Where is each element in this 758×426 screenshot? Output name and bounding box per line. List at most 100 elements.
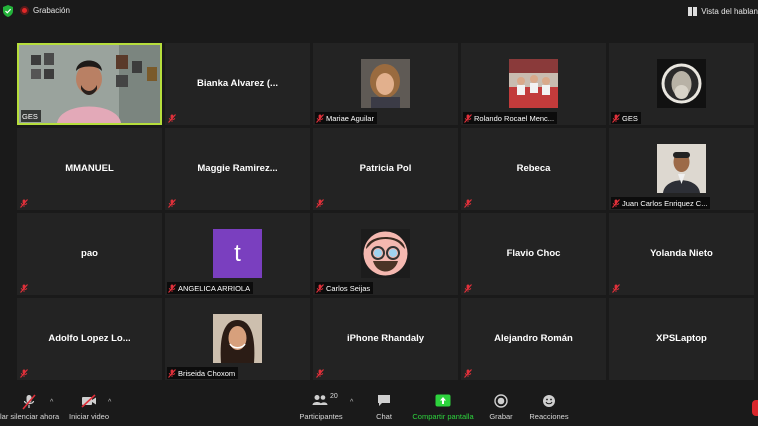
audio-options-chevron-icon[interactable]: ^ xyxy=(50,399,58,406)
microphone-muted-icon xyxy=(168,114,176,123)
participant-tile[interactable]: Mariae Aguilar xyxy=(313,43,458,125)
participant-display-name: Rebeca xyxy=(516,163,551,174)
participant-display-name: Alejandro Román xyxy=(494,333,573,344)
participants-count: 20 xyxy=(330,393,338,400)
participant-name-label: Rolando Rocael Menc... xyxy=(463,112,558,124)
participant-name-label: Juan Carlos Enriquez C... xyxy=(611,197,711,209)
participant-name: GES xyxy=(22,111,38,121)
microphone-muted-icon xyxy=(168,199,176,208)
microphone-muted-icon xyxy=(464,113,472,123)
participant-tile[interactable]: XPSLaptop xyxy=(609,298,754,380)
participant-name-label: Mariae Aguilar xyxy=(315,112,377,124)
participant-display-name: Yolanda Nieto xyxy=(650,248,713,259)
microphone-muted-icon xyxy=(612,198,620,208)
participant-name: Briseida Choxom xyxy=(178,368,236,378)
record-icon xyxy=(494,394,508,408)
participant-photo xyxy=(213,314,262,363)
participants-label: Participantes xyxy=(299,412,343,421)
reactions-label: Reacciones xyxy=(529,412,569,421)
participant-tile[interactable]: Flavio Choc xyxy=(461,213,606,295)
participant-name: Mariae Aguilar xyxy=(326,113,374,123)
share-screen-label: Compartir pantalla xyxy=(412,412,474,421)
participant-tile[interactable]: Rolando Rocael Menc... xyxy=(461,43,606,125)
share-screen-button[interactable]: Compartir pantalla xyxy=(411,384,475,426)
reactions-smiley-icon xyxy=(543,395,555,407)
microphone-muted-icon xyxy=(20,199,28,208)
participant-tile[interactable]: Patricia Pol xyxy=(313,128,458,210)
participant-tile[interactable]: Yolanda Nieto xyxy=(609,213,754,295)
microphone-muted-icon xyxy=(20,369,28,378)
participant-tile[interactable]: Briseida Choxom xyxy=(165,298,310,380)
microphone-muted-icon xyxy=(20,284,28,293)
participant-tile[interactable]: GES xyxy=(609,43,754,125)
participant-tile[interactable]: MMANUEL xyxy=(17,128,162,210)
participant-tile[interactable]: iPhone Rhandaly xyxy=(313,298,458,380)
start-video-label: Iniciar video xyxy=(68,412,110,421)
participant-photo xyxy=(361,229,410,278)
participant-tile[interactable]: t ANGELICA ARRIOLA xyxy=(165,213,310,295)
share-screen-icon xyxy=(435,394,451,407)
video-options-chevron-icon[interactable]: ^ xyxy=(108,399,116,406)
participant-tile[interactable]: GES xyxy=(17,43,162,125)
participant-display-name: Bianka Alvarez (... xyxy=(197,78,278,89)
chat-bubble-icon xyxy=(378,395,390,406)
participant-display-name: pao xyxy=(81,248,98,259)
end-meeting-button[interactable] xyxy=(752,400,758,416)
microphone-muted-icon xyxy=(22,394,36,410)
participant-display-name: MMANUEL xyxy=(65,163,114,174)
microphone-muted-icon xyxy=(168,283,176,293)
microphone-muted-icon xyxy=(612,113,620,123)
recording-label: Grabación xyxy=(33,6,70,15)
participant-name: GES xyxy=(622,113,638,123)
participant-name-label: GES xyxy=(21,110,41,122)
participant-name-label: Briseida Choxom xyxy=(167,367,239,379)
chat-label: Chat xyxy=(376,412,392,421)
participant-display-name: Patricia Pol xyxy=(359,163,412,174)
participant-display-name: Maggie Ramirez... xyxy=(197,163,278,174)
participant-photo xyxy=(361,59,410,108)
participant-tile[interactable]: Carlos Seijas xyxy=(313,213,458,295)
participants-button[interactable]: 20 Participantes xyxy=(298,384,344,426)
microphone-muted-icon xyxy=(316,369,324,378)
participant-photo xyxy=(509,59,558,108)
participant-display-name: XPSLaptop xyxy=(656,333,707,344)
participant-name: Carlos Seijas xyxy=(326,283,371,293)
participant-tile[interactable]: Maggie Ramirez... xyxy=(165,128,310,210)
participant-display-name: Flavio Choc xyxy=(506,248,561,259)
recording-icon[interactable] xyxy=(20,6,29,15)
participant-display-name: iPhone Rhandaly xyxy=(346,333,425,344)
grid-view-icon xyxy=(688,6,698,16)
microphone-muted-icon xyxy=(464,284,472,293)
participants-icon xyxy=(312,395,328,405)
microphone-muted-icon xyxy=(168,368,176,378)
participant-name-label: Carlos Seijas xyxy=(315,282,374,294)
participant-tile[interactable]: Bianka Alvarez (... xyxy=(165,43,310,125)
participants-options-chevron-icon[interactable]: ^ xyxy=(350,399,358,406)
participant-tile[interactable]: Adolfo Lopez Lo... xyxy=(17,298,162,380)
top-bar: Grabación Vista del hablan xyxy=(0,0,758,22)
participant-tile[interactable]: Alejandro Román xyxy=(461,298,606,380)
participant-name-label: GES xyxy=(611,112,641,124)
microphone-muted-icon xyxy=(464,369,472,378)
start-video-button[interactable]: Iniciar video xyxy=(64,384,114,426)
participant-display-name: Adolfo Lopez Lo... xyxy=(48,333,131,344)
record-label: Grabar xyxy=(489,412,513,421)
unmute-label: lar silenciar ahora xyxy=(0,412,60,421)
participant-photo xyxy=(657,59,706,108)
microphone-muted-icon xyxy=(612,284,620,293)
microphone-muted-icon xyxy=(316,199,324,208)
microphone-muted-icon xyxy=(316,113,324,123)
microphone-muted-icon xyxy=(464,199,472,208)
participant-tile[interactable]: Rebeca xyxy=(461,128,606,210)
chat-button[interactable]: Chat xyxy=(370,384,398,426)
reactions-button[interactable]: Reacciones xyxy=(529,384,569,426)
record-button[interactable]: Grabar xyxy=(488,384,514,426)
meeting-toolbar: lar silenciar ahora ^ Iniciar video ^ 20… xyxy=(0,384,758,426)
participant-avatar-letter: t xyxy=(213,229,262,278)
speaker-view-label: Vista del hablan xyxy=(701,6,758,16)
security-shield-icon[interactable] xyxy=(3,5,13,17)
speaker-view-button[interactable]: Vista del hablan xyxy=(688,4,758,18)
participant-photo xyxy=(657,144,706,193)
participant-tile[interactable]: pao xyxy=(17,213,162,295)
participant-tile[interactable]: Juan Carlos Enriquez C... xyxy=(609,128,754,210)
